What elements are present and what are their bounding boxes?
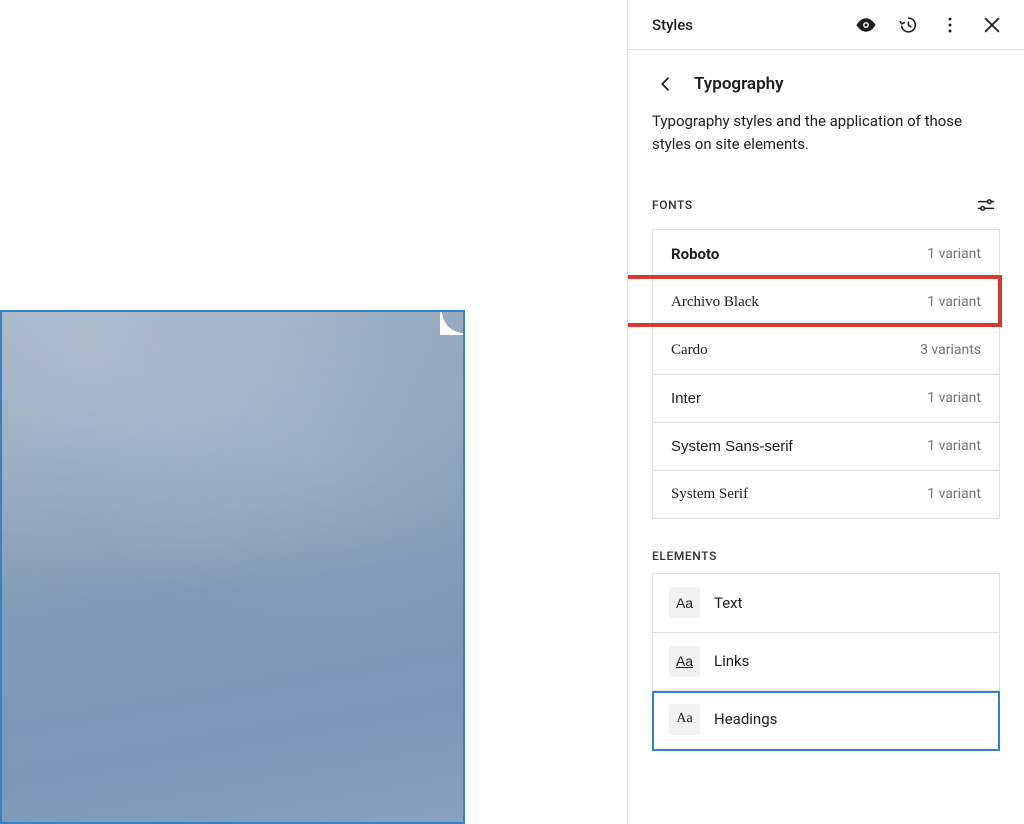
stylebook-button[interactable] [848, 7, 884, 43]
font-name: Archivo Black [671, 294, 759, 311]
font-variant-count: 1 variant [927, 486, 981, 502]
revisions-button[interactable] [890, 7, 926, 43]
aa-swatch-icon: Aa [669, 646, 700, 677]
font-variant-count: 1 variant [927, 438, 981, 454]
element-row[interactable]: Aa Headings [653, 690, 999, 748]
element-row[interactable]: Aa Links [653, 632, 999, 690]
font-name: System Sans-serif [671, 438, 793, 455]
eye-icon [855, 14, 877, 36]
sidebar-body: Typography Typography styles and the app… [628, 50, 1024, 824]
styles-sidebar: Styles [627, 0, 1024, 824]
font-row[interactable]: System Sans-serif 1 variant [653, 422, 999, 470]
font-variant-count: 3 variants [920, 342, 981, 358]
close-icon [981, 14, 1003, 36]
elements-list: Aa Text Aa Links Aa Headings [652, 573, 1000, 748]
more-menu-button[interactable] [932, 7, 968, 43]
font-variant-count: 1 variant [927, 246, 981, 262]
font-variant-count: 1 variant [927, 390, 981, 406]
fonts-list: Roboto 1 variant Archivo Black 1 variant Car… [652, 229, 1000, 519]
font-row[interactable]: System Serif 1 variant [653, 470, 999, 518]
font-name: Roboto [671, 245, 719, 263]
fonts-section-header: FONTS [652, 191, 1000, 219]
font-row[interactable]: Archivo Black 1 variant [653, 278, 999, 326]
back-button[interactable] [652, 70, 680, 98]
font-name: System Serif [671, 486, 748, 503]
breadcrumb-title: Typography [694, 74, 784, 94]
breadcrumb-row: Typography [652, 70, 1000, 98]
element-label: Links [714, 652, 749, 670]
close-sidebar-button[interactable] [974, 7, 1010, 43]
chevron-left-icon [656, 74, 676, 94]
manage-fonts-button[interactable] [972, 191, 1000, 219]
editor-canvas [0, 0, 627, 824]
font-variant-count: 1 variant [927, 294, 981, 310]
element-row[interactable]: Aa Text [653, 574, 999, 632]
element-label: Text [714, 594, 743, 612]
fonts-section-label: FONTS [652, 198, 693, 212]
sidebar-title: Styles [652, 16, 842, 34]
font-row[interactable]: Roboto 1 variant [653, 230, 999, 278]
elements-section-header: ELEMENTS [652, 549, 1000, 563]
elements-section-label: ELEMENTS [652, 549, 717, 563]
aa-swatch-icon: Aa [669, 704, 700, 735]
font-name: Inter [671, 390, 701, 407]
sidebar-header: Styles [628, 0, 1024, 50]
aa-swatch-icon: Aa [669, 587, 700, 618]
font-row[interactable]: Cardo 3 variants [653, 326, 999, 374]
font-row[interactable]: Inter 1 variant [653, 374, 999, 422]
kebab-icon [939, 14, 961, 36]
element-label: Headings [714, 710, 777, 728]
panel-description: Typography styles and the application of… [652, 110, 1000, 157]
sliders-icon [976, 195, 996, 215]
history-icon [897, 14, 919, 36]
preview-image-block[interactable] [0, 310, 465, 824]
font-name: Cardo [671, 342, 708, 359]
